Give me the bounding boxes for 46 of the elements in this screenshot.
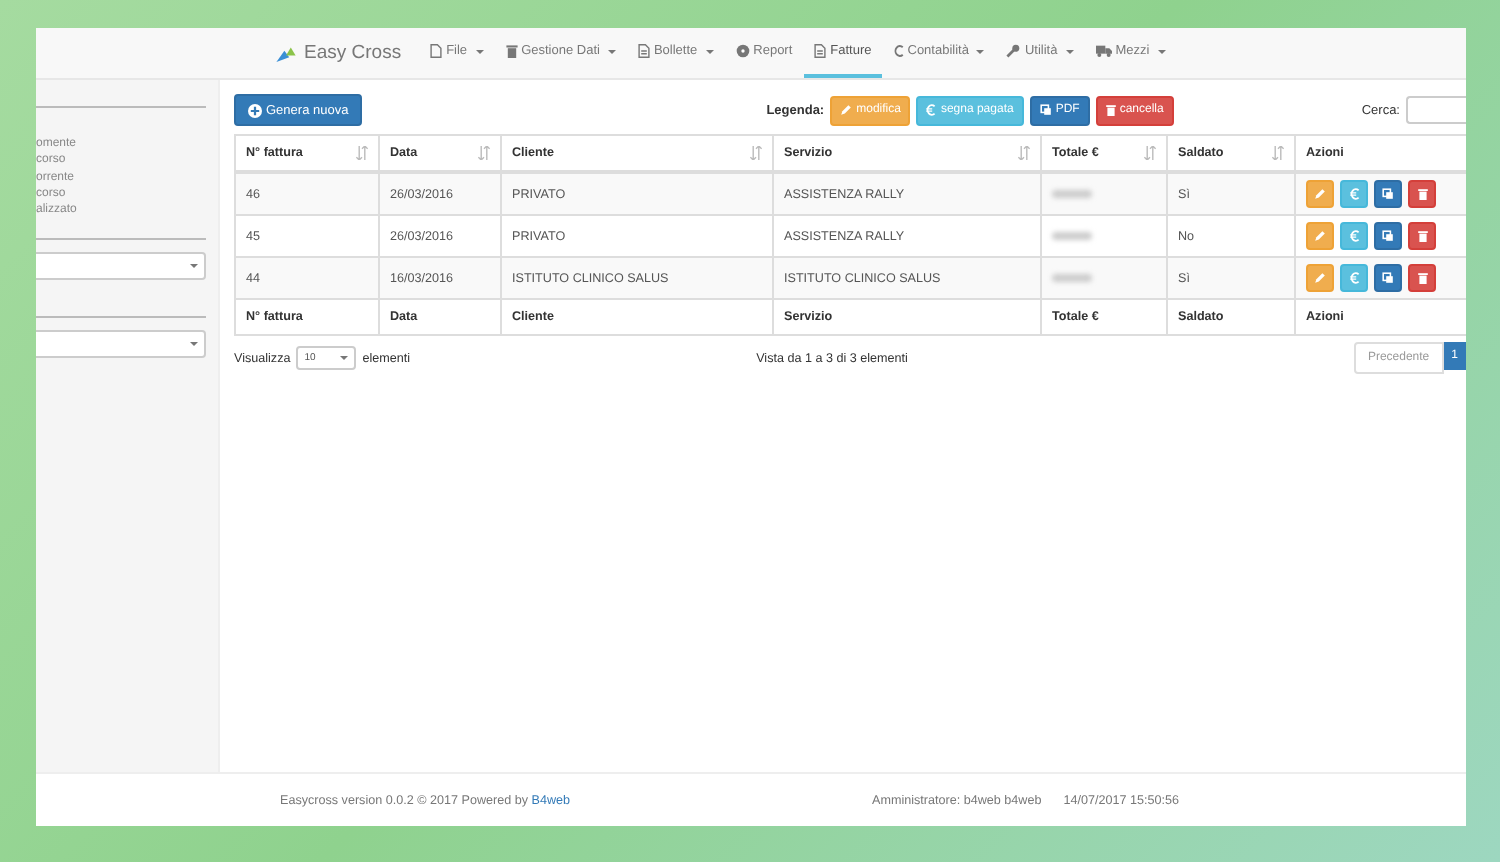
pencil-icon — [1314, 188, 1326, 200]
select-field[interactable] — [36, 330, 206, 359]
select-field[interactable] — [36, 252, 206, 281]
pencil-icon — [1314, 272, 1326, 284]
copy-icon — [1382, 230, 1394, 242]
action-button[interactable] — [1408, 222, 1436, 250]
trash-icon — [505, 44, 518, 58]
disc-icon — [735, 44, 750, 58]
caret-icon — [190, 264, 198, 269]
action-button[interactable] — [1374, 180, 1402, 208]
blurred-value — [1052, 273, 1092, 281]
logo-icon — [276, 45, 296, 61]
action-button[interactable] — [1374, 264, 1402, 292]
trash-icon — [1105, 104, 1116, 116]
sort-icon[interactable] — [750, 146, 762, 160]
pencil-icon — [1314, 230, 1326, 242]
caret-icon — [340, 356, 349, 360]
truck-icon — [1095, 44, 1112, 58]
sort-icon[interactable] — [1144, 146, 1156, 160]
copy-icon — [1382, 188, 1394, 200]
trash-icon — [1417, 188, 1427, 200]
trash-icon — [1417, 272, 1427, 284]
sort-icon[interactable] — [1018, 146, 1030, 160]
action-button[interactable] — [1340, 180, 1368, 208]
copy-icon — [1039, 104, 1052, 116]
copy-icon — [1382, 272, 1394, 284]
file-icon — [430, 44, 443, 58]
action-button[interactable] — [1374, 222, 1402, 250]
trash-icon — [1417, 230, 1427, 242]
blurred-value — [1052, 189, 1092, 197]
document-icon — [814, 44, 827, 58]
wrench-icon — [1006, 44, 1021, 58]
action-button[interactable] — [1408, 180, 1436, 208]
document-icon — [637, 44, 650, 58]
blurred-value — [1052, 231, 1092, 239]
sort-icon[interactable] — [478, 146, 490, 160]
action-button[interactable] — [1340, 222, 1368, 250]
plus-circle-icon — [248, 103, 262, 117]
brand-name[interactable]: Easy Cross — [304, 42, 402, 64]
action-button[interactable] — [1340, 264, 1368, 292]
search-field[interactable] — [1406, 96, 1466, 124]
caret-icon — [190, 342, 198, 347]
action-button[interactable] — [1408, 264, 1436, 292]
sort-icon[interactable] — [356, 146, 368, 160]
sort-icon[interactable] — [1272, 146, 1284, 160]
pencil-icon — [840, 104, 853, 116]
